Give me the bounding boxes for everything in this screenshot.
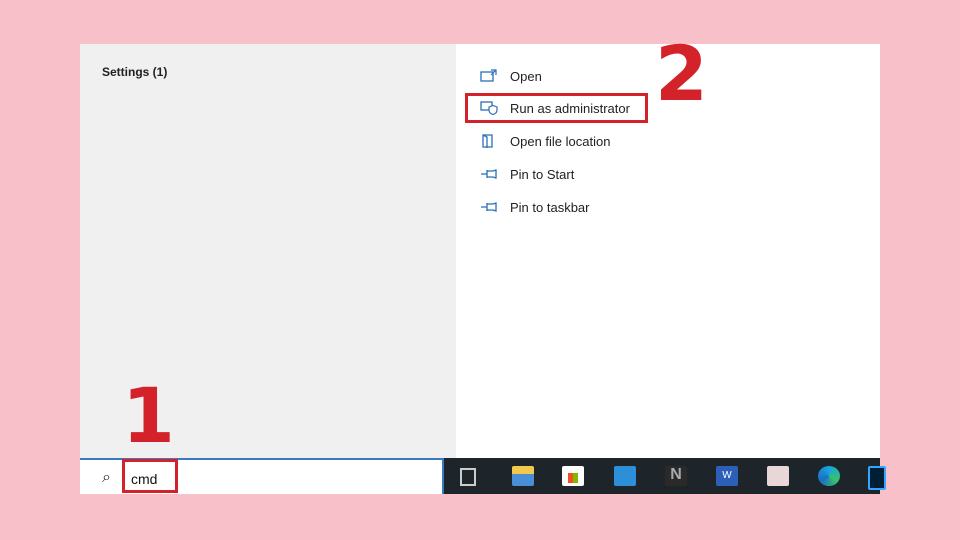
notion-icon[interactable]: N xyxy=(665,466,687,486)
mail-icon[interactable] xyxy=(614,466,636,486)
menu-item-label: Pin to Start xyxy=(510,166,575,182)
folder-location-icon xyxy=(482,134,493,148)
search-icon: ⌕ xyxy=(102,469,111,486)
file-explorer-icon[interactable] xyxy=(512,466,534,486)
edge-icon[interactable] xyxy=(818,466,840,486)
pin-icon xyxy=(481,169,497,179)
highlight-run-as-administrator xyxy=(465,93,648,123)
menu-item-pin-to-start[interactable]: Pin to Start xyxy=(480,163,574,185)
task-view-icon[interactable] xyxy=(460,468,476,486)
taskbar: N W xyxy=(442,458,886,494)
photoshop-icon[interactable] xyxy=(868,466,886,490)
settings-section-title: Settings (1) xyxy=(102,65,168,79)
menu-item-label: Open xyxy=(510,68,542,84)
highlight-search-input xyxy=(122,459,178,493)
step-1-label: 1 xyxy=(122,371,175,460)
open-window-icon xyxy=(480,69,497,82)
menu-item-label: Open file location xyxy=(510,133,611,149)
menu-item-pin-to-taskbar[interactable]: Pin to taskbar xyxy=(480,196,590,218)
pin-icon xyxy=(481,202,497,212)
step-2-label: 2 xyxy=(655,29,708,118)
word-icon[interactable]: W xyxy=(716,466,738,486)
menu-item-label: Pin to taskbar xyxy=(510,199,590,215)
microsoft-store-icon[interactable] xyxy=(562,466,584,486)
menu-item-open[interactable]: Open xyxy=(480,65,542,87)
menu-item-open-file-location[interactable]: Open file location xyxy=(480,130,610,152)
app-icon[interactable] xyxy=(767,466,789,486)
